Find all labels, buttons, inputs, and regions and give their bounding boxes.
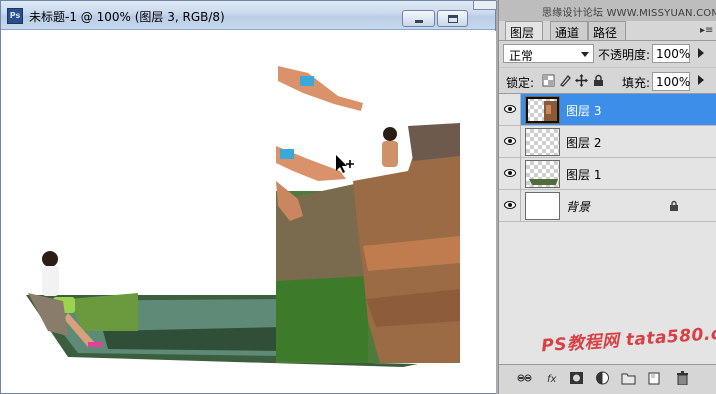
layer-row-background[interactable]: 背景: [499, 190, 716, 222]
opacity-slider-button[interactable]: [694, 48, 710, 60]
eye-icon: [504, 105, 516, 113]
maximize-button[interactable]: [437, 10, 468, 27]
document-canvas[interactable]: [8, 31, 496, 393]
layer-row-3[interactable]: 图层 3: [499, 94, 716, 126]
lock-position-icon[interactable]: [575, 74, 588, 87]
rock-top: [408, 123, 460, 161]
blend-opacity-row: 正常 不透明度: 100%: [499, 41, 716, 66]
tab-paths[interactable]: 路径: [588, 21, 626, 40]
site-watermark-text: 思缘设计论坛 WWW.MISSYUAN.COM: [542, 8, 716, 19]
trees: [276, 276, 368, 363]
eye-icon: [504, 201, 516, 209]
layer-thumbnail[interactable]: [525, 128, 560, 156]
lock-image-pixels-icon[interactable]: [559, 74, 572, 87]
layer-name[interactable]: 背景: [566, 198, 590, 215]
document-window: Ps 未标题-1 @ 100% (图层 3, RGB/8): [0, 0, 497, 394]
layer-thumbnail[interactable]: [525, 192, 560, 220]
visibility-toggle[interactable]: [499, 190, 521, 221]
panel-menu-icon[interactable]: ▸≡: [700, 25, 713, 36]
layer-name[interactable]: 图层 3: [566, 102, 601, 119]
visibility-toggle[interactable]: [499, 126, 521, 157]
fill-slider-button[interactable]: [694, 75, 710, 87]
add-mask-icon[interactable]: [569, 371, 584, 385]
fill-input[interactable]: 100%: [652, 72, 690, 91]
composite-image: [26, 66, 460, 367]
eye-icon: [504, 169, 516, 177]
lock-fill-row: 锁定: 填充: 100%: [499, 67, 716, 92]
layer-style-icon[interactable]: fx: [545, 371, 560, 385]
triangle-right-icon: [698, 48, 704, 58]
lock-label: 锁定:: [506, 76, 535, 90]
layer-thumbnail[interactable]: [525, 160, 560, 188]
visibility-toggle[interactable]: [499, 158, 521, 189]
svg-text:fx: fx: [547, 374, 557, 385]
minimize-button[interactable]: [402, 10, 435, 27]
move-cursor-icon: [336, 155, 354, 173]
app-frame-control[interactable]: [473, 1, 497, 10]
layer-thumbnail[interactable]: [525, 96, 560, 124]
layer-3-thumbnail-image: [544, 101, 559, 123]
layer-name[interactable]: 图层 1: [566, 166, 601, 183]
blend-mode-value: 正常: [509, 49, 534, 63]
lock-transparent-pixels-icon[interactable]: [542, 74, 555, 87]
blend-mode-select[interactable]: 正常: [503, 44, 594, 63]
adjustment-layer-icon[interactable]: [595, 371, 610, 385]
boy-body: [382, 141, 398, 167]
layer-name[interactable]: 图层 2: [566, 134, 601, 151]
lock-icon: [670, 200, 678, 211]
girl-head: [42, 251, 58, 267]
photoshop-app-icon: Ps: [7, 8, 23, 24]
tab-channels[interactable]: 通道: [550, 21, 588, 40]
layer-row-1[interactable]: 图层 1: [499, 158, 716, 190]
layers-panel: 思缘设计论坛 WWW.MISSYUAN.COM 图层 通道 路径 ▸≡ 正常 不…: [498, 0, 716, 394]
opacity-input[interactable]: 100%: [652, 44, 690, 63]
document-title: 未标题-1 @ 100% (图层 3, RGB/8): [29, 10, 225, 24]
diver-top-shorts: [300, 76, 314, 86]
panel-header-strip: 思缘设计论坛 WWW.MISSYUAN.COM: [499, 0, 716, 21]
triangle-right-icon: [698, 75, 704, 85]
diver-top: [278, 66, 363, 111]
tab-layers[interactable]: 图层: [505, 21, 543, 40]
visibility-toggle[interactable]: [499, 94, 521, 125]
chevron-down-icon: [581, 52, 589, 57]
document-titlebar[interactable]: Ps 未标题-1 @ 100% (图层 3, RGB/8): [1, 1, 497, 30]
layer-row-2[interactable]: 图层 2: [499, 126, 716, 158]
layer-1-thumbnail-image: [529, 179, 558, 185]
boy-head: [383, 127, 397, 141]
lock-all-icon[interactable]: [592, 74, 605, 87]
opacity-label: 不透明度:: [598, 48, 651, 62]
layers-bottom-toolbar: fx: [499, 364, 716, 394]
delete-layer-icon[interactable]: [675, 371, 690, 385]
new-layer-icon[interactable]: [647, 371, 662, 385]
diver-middle-shorts: [280, 149, 294, 159]
fill-label: 填充:: [622, 76, 651, 90]
new-group-icon[interactable]: [621, 371, 636, 385]
minimize-icon: [415, 20, 423, 23]
girl-body: [42, 266, 59, 296]
maximize-icon: [448, 15, 458, 23]
eye-icon: [504, 137, 516, 145]
link-layers-icon[interactable]: [517, 371, 532, 385]
girl-shoes: [88, 342, 102, 347]
